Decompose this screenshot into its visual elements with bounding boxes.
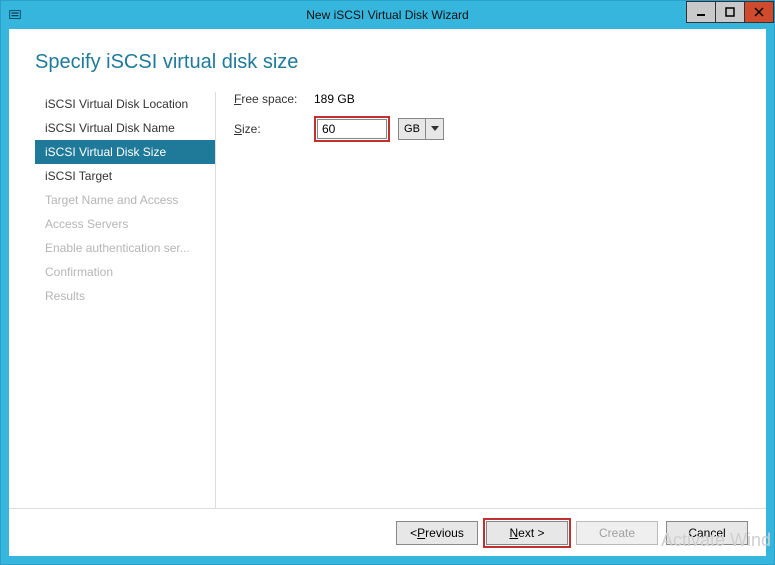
titlebar: New iSCSI Virtual Disk Wizard bbox=[1, 1, 774, 29]
size-row: Size: GB bbox=[234, 116, 746, 142]
step-results: Results bbox=[35, 284, 215, 308]
size-input[interactable] bbox=[317, 119, 387, 139]
maximize-button[interactable] bbox=[715, 1, 745, 23]
wizard-window: New iSCSI Virtual Disk Wizard Specify iS… bbox=[0, 0, 775, 565]
content-frame: Specify iSCSI virtual disk size iSCSI Vi… bbox=[1, 29, 774, 564]
close-button[interactable] bbox=[744, 1, 774, 23]
app-icon bbox=[7, 7, 23, 23]
step-confirmation: Confirmation bbox=[35, 260, 215, 284]
step-disk-name[interactable]: iSCSI Virtual Disk Name bbox=[35, 116, 215, 140]
size-label: Size: bbox=[234, 122, 314, 136]
step-disk-size[interactable]: iSCSI Virtual Disk Size bbox=[35, 140, 215, 164]
window-controls bbox=[687, 1, 774, 23]
page-title: Specify iSCSI virtual disk size bbox=[9, 47, 766, 92]
free-space-row: Free space: 189 GB bbox=[234, 92, 746, 106]
window-title: New iSCSI Virtual Disk Wizard bbox=[1, 8, 774, 22]
step-authentication: Enable authentication ser... bbox=[35, 236, 215, 260]
cancel-button[interactable]: Cancel bbox=[666, 521, 748, 545]
free-space-label: Free space: bbox=[234, 92, 314, 106]
free-space-value: 189 GB bbox=[314, 92, 355, 106]
create-button: Create bbox=[576, 521, 658, 545]
next-button[interactable]: Next > bbox=[486, 521, 568, 545]
previous-button[interactable]: < Previous bbox=[396, 521, 478, 545]
step-target-name: Target Name and Access bbox=[35, 188, 215, 212]
wizard-footer: < Previous Next > Create Cancel bbox=[9, 508, 766, 556]
step-access-servers: Access Servers bbox=[35, 212, 215, 236]
chevron-down-icon bbox=[431, 126, 439, 132]
main-area: iSCSI Virtual Disk Location iSCSI Virtua… bbox=[9, 92, 766, 508]
wizard-steps-sidebar: iSCSI Virtual Disk Location iSCSI Virtua… bbox=[35, 92, 215, 508]
form-pane: Free space: 189 GB Size: GB bbox=[215, 92, 766, 508]
minimize-button[interactable] bbox=[686, 1, 716, 23]
size-unit-display: GB bbox=[398, 118, 426, 140]
wizard-body: Specify iSCSI virtual disk size iSCSI Vi… bbox=[9, 29, 766, 556]
step-iscsi-target[interactable]: iSCSI Target bbox=[35, 164, 215, 188]
size-unit-dropdown[interactable] bbox=[426, 118, 444, 140]
step-disk-location[interactable]: iSCSI Virtual Disk Location bbox=[35, 92, 215, 116]
size-input-highlight bbox=[314, 116, 390, 142]
